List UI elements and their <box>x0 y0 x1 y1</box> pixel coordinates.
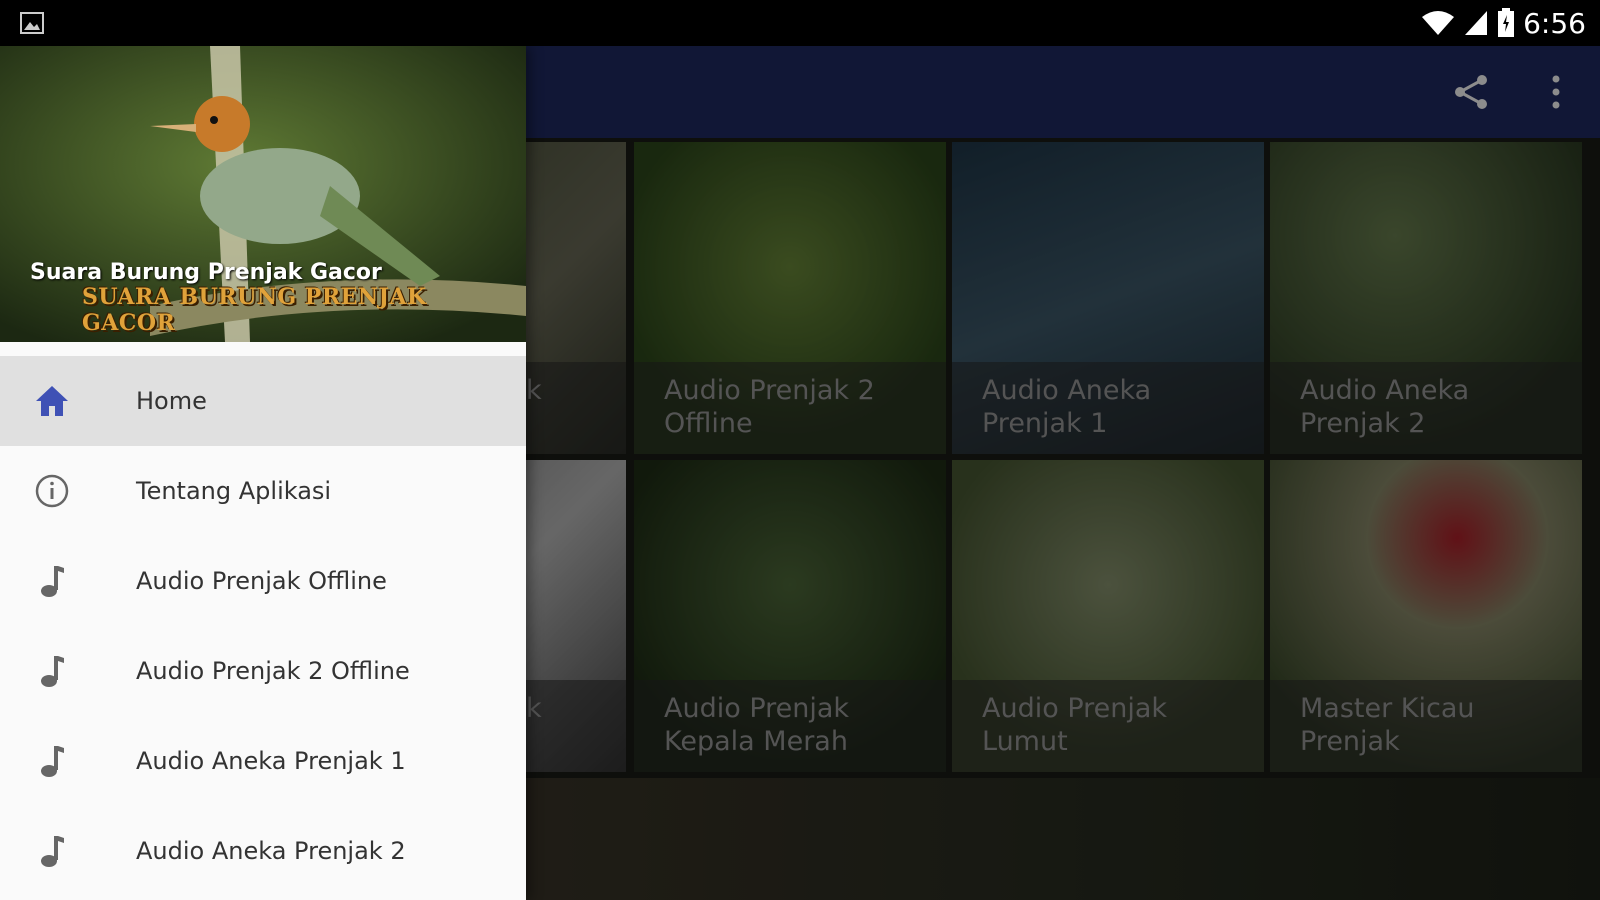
menu-item-audio-aneka-prenjak-2[interactable]: Audio Aneka Prenjak 2 <box>0 806 526 896</box>
music-note-icon <box>41 836 64 867</box>
battery-icon <box>1498 8 1515 37</box>
grid-tile[interactable]: Audio Prenjak 2 Offline <box>634 142 946 454</box>
drawer-menu: Home Tentang Aplikasi Audio Prenjak Offl… <box>0 356 526 896</box>
signal-icon <box>1465 11 1488 35</box>
share-icon[interactable] <box>1452 72 1492 112</box>
grid-tile[interactable]: Master Kicau Prenjak <box>1270 460 1582 772</box>
drawer-header: Suara Burung Prenjak Gacor SUARA BURUNG … <box>0 46 526 342</box>
grid-tile[interactable]: Audio Aneka Prenjak 2 <box>1270 142 1582 454</box>
menu-item-label: Audio Prenjak 2 Offline <box>136 657 410 685</box>
menu-item-label: Tentang Aplikasi <box>136 477 332 505</box>
menu-item-home[interactable]: Home <box>0 356 526 446</box>
grid-tile[interactable]: Audio Prenjak Lumut <box>952 460 1264 772</box>
menu-item-label: Audio Aneka Prenjak 1 <box>136 747 406 775</box>
music-note-icon <box>41 746 64 777</box>
tile-caption: Audio Prenjak Lumut <box>952 680 1264 772</box>
wifi-icon <box>1422 11 1455 35</box>
menu-item-audio-aneka-prenjak-1[interactable]: Audio Aneka Prenjak 1 <box>0 716 526 806</box>
music-note-icon <box>41 656 64 687</box>
grid-tile[interactable]: Audio Prenjak Kepala Merah <box>634 460 946 772</box>
tile-caption: Audio Prenjak Kepala Merah <box>634 680 946 772</box>
image-notification-icon <box>20 12 44 34</box>
menu-item-tentang-aplikasi[interactable]: Tentang Aplikasi <box>0 446 526 536</box>
grid-tile[interactable] <box>526 778 1600 900</box>
menu-item-audio-prenjak-2-offline[interactable]: Audio Prenjak 2 Offline <box>0 626 526 716</box>
more-options-icon[interactable] <box>1548 74 1564 110</box>
drawer-header-title: Suara Burung Prenjak Gacor <box>30 260 382 285</box>
status-time: 6:56 <box>1523 6 1586 40</box>
menu-item-label: Home <box>136 387 207 415</box>
home-icon <box>36 386 68 416</box>
grid-tile[interactable]: Audio Aneka Prenjak 1 <box>952 142 1264 454</box>
menu-item-label: Audio Prenjak Offline <box>136 567 387 595</box>
music-note-icon <box>41 566 64 597</box>
app-bar <box>526 46 1600 138</box>
navigation-drawer: Suara Burung Prenjak Gacor SUARA BURUNG … <box>0 46 526 900</box>
tile-caption: Audio Aneka Prenjak 2 <box>1270 362 1582 454</box>
audio-grid: k Audio Prenjak 2 Offline Audio Aneka Pr… <box>314 138 1600 900</box>
status-bar: 6:56 <box>0 0 1600 46</box>
tile-caption: Audio Aneka Prenjak 1 <box>952 362 1264 454</box>
menu-item-label: Audio Aneka Prenjak 2 <box>136 837 406 865</box>
info-icon <box>35 474 69 508</box>
tile-caption: Master Kicau Prenjak <box>1270 680 1582 772</box>
tile-caption: Audio Prenjak 2 Offline <box>634 362 946 454</box>
menu-item-audio-prenjak-offline[interactable]: Audio Prenjak Offline <box>0 536 526 626</box>
drawer-header-logo: SUARA BURUNG PRENJAK GACOR <box>82 284 427 336</box>
